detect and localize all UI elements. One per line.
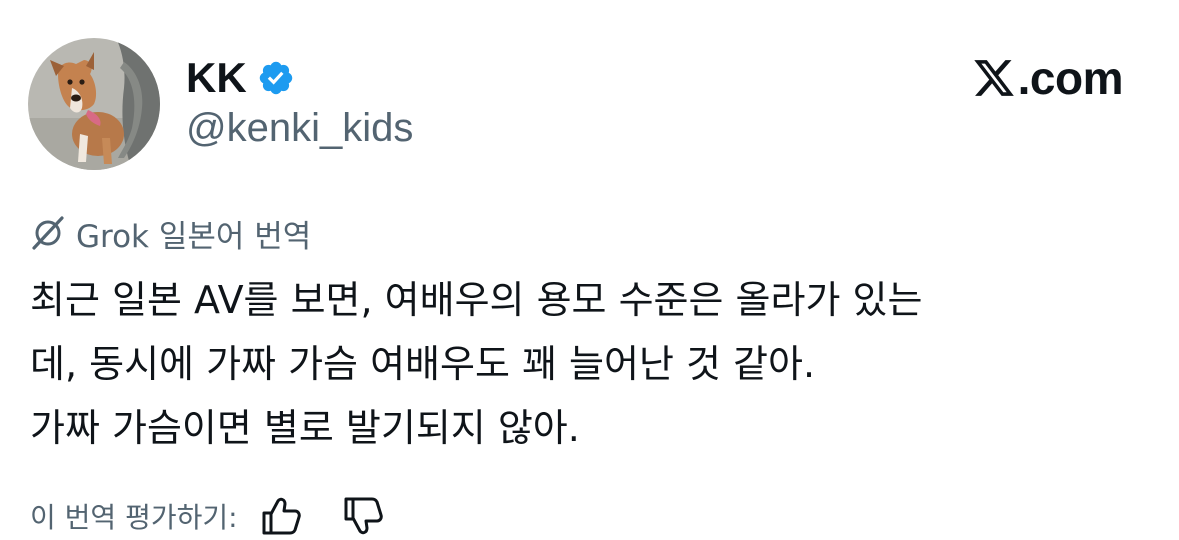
display-name[interactable]: KK: [186, 54, 247, 102]
verified-badge-icon: [257, 59, 295, 97]
author-name-row: KK: [186, 50, 295, 106]
thumbs-down-icon[interactable]: [342, 496, 384, 536]
translation-label: Grok 일본어 번역: [76, 218, 312, 255]
tweet-text-line: 최근 일본 AV를 보면, 여배우의 용모 수준은 올라가 있는: [30, 278, 923, 322]
translation-rating: 이 번역 평가하기:: [30, 494, 384, 538]
tweet-card: KK @kenki_kids .com Grok 일본어 번역 최근 일본 AV…: [0, 0, 1179, 538]
avatar[interactable]: [28, 38, 160, 170]
site-logo: .com: [972, 50, 1124, 106]
thumbs-up-icon[interactable]: [260, 496, 302, 536]
site-domain-suffix: .com: [1017, 52, 1124, 104]
avatar-photo: [28, 38, 160, 170]
tweet-text-line: 가짜 가슴이면 별로 발기되지 않아.: [30, 406, 580, 450]
tweet-text-line: 데, 동시에 가짜 가슴 여배우도 꽤 늘어난 것 같아.: [30, 342, 816, 386]
x-logo-icon: [972, 56, 1016, 100]
tweet-text: 최근 일본 AV를 보면, 여배우의 용모 수준은 올라가 있는 데, 동시에 …: [30, 268, 1140, 460]
author-handle[interactable]: @kenki_kids: [186, 106, 413, 151]
rating-label: 이 번역 평가하기:: [30, 501, 238, 534]
translation-indicator: Grok 일본어 번역: [30, 210, 311, 256]
grok-icon: [30, 215, 66, 251]
